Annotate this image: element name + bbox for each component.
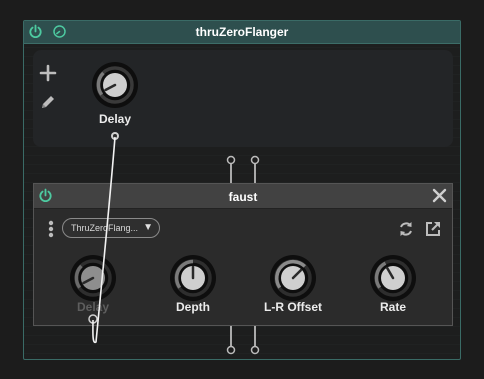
faust-delay-label: Delay bbox=[76, 300, 110, 314]
faust-depth-label: Depth bbox=[176, 300, 210, 314]
faust-delay-port[interactable] bbox=[88, 314, 98, 324]
preset-selected-value: ThruZeroFlang... bbox=[71, 223, 139, 233]
chevron-down-icon: ▼ bbox=[143, 222, 153, 233]
pencil-icon[interactable] bbox=[38, 92, 58, 112]
open-external-icon[interactable] bbox=[423, 219, 443, 239]
vertical-dots-icon[interactable] bbox=[44, 219, 58, 239]
faust-delay-knob[interactable] bbox=[69, 254, 117, 302]
faust-lr-offset-label: L-R Offset bbox=[264, 300, 322, 314]
faust-window-header[interactable]: faust bbox=[34, 184, 452, 209]
faust-depth-knob[interactable] bbox=[169, 254, 217, 302]
faust-window-title: faust bbox=[228, 190, 258, 204]
macro-delay-label: Delay bbox=[98, 112, 132, 126]
faust-rate-label: Rate bbox=[379, 300, 406, 314]
faust-rate-knob[interactable] bbox=[369, 254, 417, 302]
outer-window-title: thruZeroFlanger bbox=[195, 25, 289, 39]
plus-icon[interactable] bbox=[38, 63, 58, 83]
macro-delay-knob[interactable] bbox=[91, 61, 139, 109]
close-icon[interactable] bbox=[432, 188, 447, 203]
outer-window-header[interactable]: thruZeroFlanger bbox=[24, 21, 460, 44]
faust-lr-offset-knob[interactable] bbox=[269, 254, 317, 302]
refresh-icon[interactable] bbox=[396, 219, 416, 239]
macro-delay-port[interactable] bbox=[110, 131, 120, 141]
preset-dropdown[interactable]: ThruZeroFlang... ▼ bbox=[62, 218, 160, 238]
